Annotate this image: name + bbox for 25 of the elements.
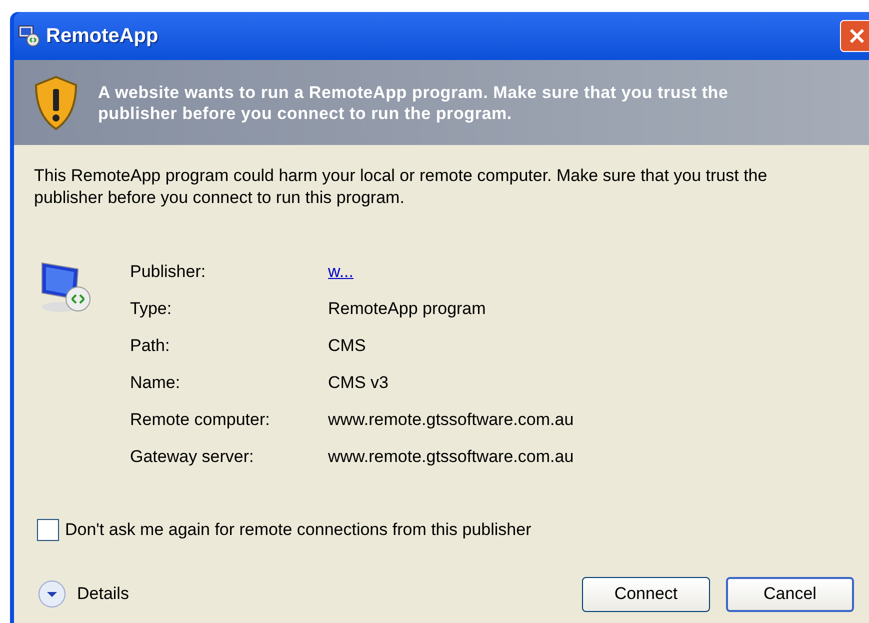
window-title: RemoteApp: [46, 24, 158, 49]
property-label: Type:: [130, 298, 173, 320]
checkbox[interactable]: [37, 518, 59, 541]
security-message: This RemoteApp program could harm your local or remote computer. Make sure that you trust the publisher before you connect to run this program.: [34, 165, 768, 209]
publisher-link[interactable]: w...: [328, 258, 354, 284]
checkbox-label: Don't ask me again for remote connections from this publisher: [65, 519, 532, 541]
details-toggle[interactable]: Details: [34, 579, 129, 609]
property-label: Publisher:: [130, 260, 207, 283]
property-value: RemoteApp program: [328, 298, 486, 320]
warning-shield-icon: [32, 74, 80, 130]
close-icon: [848, 27, 866, 45]
chevron-icon: [37, 579, 67, 609]
dialog-button[interactable]: Connect: [582, 576, 710, 612]
property-value: CMS: [328, 334, 366, 357]
property-value: www.remote.gtssoftware.com.au: [328, 446, 574, 468]
property-value: www.remote.gtssoftware.com.au: [328, 408, 574, 431]
property-label: Gateway server:: [130, 446, 255, 468]
property-label: Path:: [130, 334, 171, 357]
property-value: CMS v3: [328, 372, 388, 394]
property-label: Name:: [130, 372, 182, 394]
property-label: Remote computer:: [130, 408, 271, 431]
remote-computer-icon: [18, 25, 40, 47]
dialog-button[interactable]: Cancel: [726, 576, 854, 612]
close-button[interactable]: [840, 20, 869, 52]
warning-message: A website wants to run a RemoteApp program. Make sure that you trust the publisher before you connect to run the program.: [98, 82, 730, 124]
